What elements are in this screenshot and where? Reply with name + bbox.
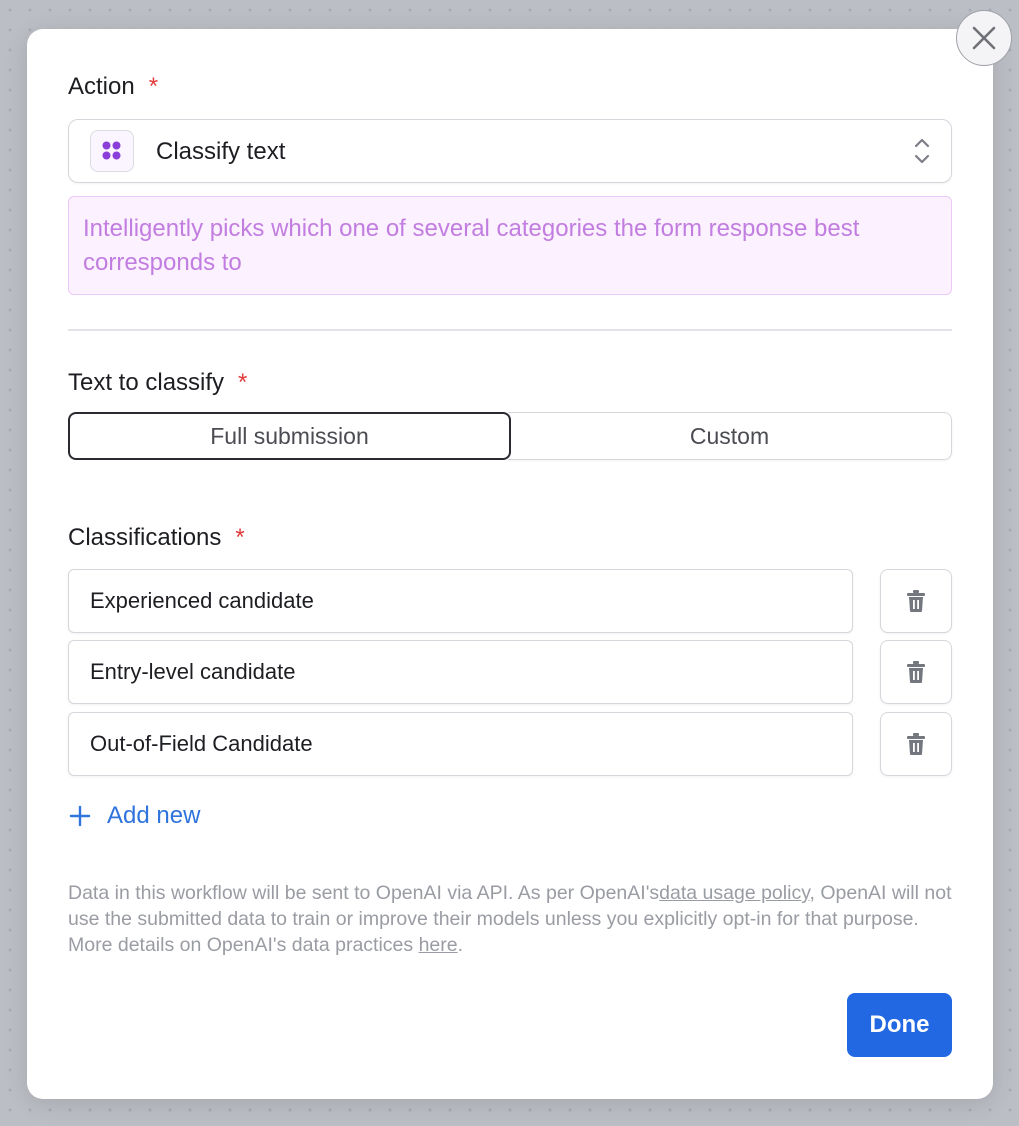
action-select[interactable]: Classify text	[68, 119, 952, 183]
add-new-classification-button[interactable]: Add new	[68, 799, 200, 833]
classification-input[interactable]	[68, 569, 853, 633]
disclaimer-text: .	[457, 934, 464, 956]
classify-text-dialog: Action * Classify text Intelligently pick…	[27, 29, 993, 1099]
trash-icon	[907, 733, 925, 755]
delete-classification-button[interactable]	[880, 640, 952, 704]
classification-row	[68, 640, 952, 704]
classification-input[interactable]	[68, 712, 853, 776]
delete-classification-button[interactable]	[880, 569, 952, 633]
required-asterisk: *	[235, 524, 245, 551]
trash-icon	[907, 661, 925, 683]
action-label: Action *	[68, 73, 158, 101]
text-source-toggle: Full submission Custom	[68, 412, 952, 460]
required-asterisk: *	[148, 73, 159, 100]
add-new-label: Add new	[107, 802, 201, 829]
grid-dots-icon	[90, 130, 134, 172]
classifications-label-text: Classifications	[68, 524, 222, 551]
plus-icon	[69, 805, 91, 827]
disclaimer-text: Data in this workflow will be sent to Op…	[68, 882, 660, 904]
data-usage-policy-link[interactable]: data usage policy	[659, 882, 809, 904]
text-to-classify-label-text: Text to classify	[68, 369, 225, 396]
action-description: Intelligently picks which one of several…	[68, 196, 952, 295]
custom-option[interactable]: Custom	[508, 412, 952, 460]
data-practices-link[interactable]: here	[419, 934, 458, 956]
done-button[interactable]: Done	[847, 993, 952, 1057]
openai-data-disclaimer: Data in this workflow will be sent to Op…	[68, 880, 958, 958]
chevron-up-down-icon	[913, 136, 931, 171]
delete-classification-button[interactable]	[880, 712, 952, 776]
classifications-label: Classifications *	[68, 524, 245, 552]
section-divider	[68, 329, 952, 331]
classification-row	[68, 569, 952, 633]
classification-input[interactable]	[68, 640, 853, 704]
classification-row	[68, 712, 952, 776]
close-button[interactable]	[956, 10, 1012, 66]
trash-icon	[907, 590, 925, 612]
close-icon	[972, 26, 996, 50]
required-asterisk: *	[238, 369, 248, 396]
full-submission-option[interactable]: Full submission	[68, 412, 511, 460]
text-to-classify-label: Text to classify *	[68, 369, 247, 397]
action-select-value: Classify text	[156, 138, 286, 165]
action-label-text: Action	[68, 73, 135, 100]
